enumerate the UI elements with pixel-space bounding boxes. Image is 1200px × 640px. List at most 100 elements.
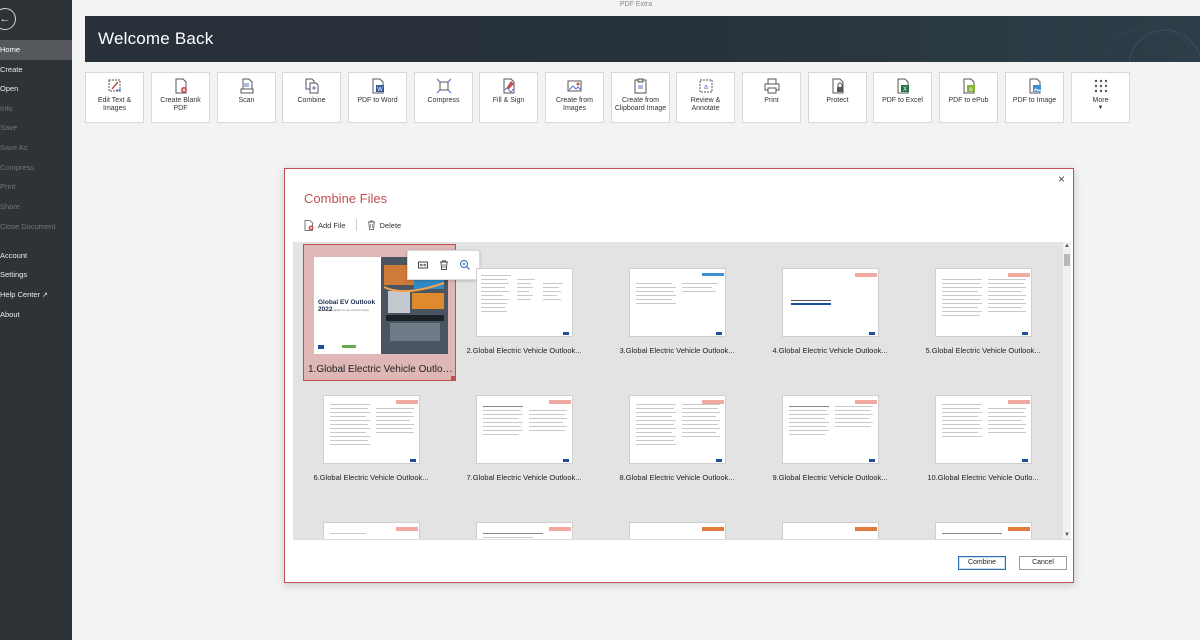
create-pdf-icon [175, 78, 187, 94]
back-button[interactable]: ← [0, 8, 16, 30]
sidebar-item-compress: Compress [0, 158, 72, 178]
sidebar-item-print: Print [0, 177, 72, 197]
file-label: 8.Global Electric Vehicle Outlook... [619, 473, 735, 482]
cancel-button[interactable]: Cancel [1019, 556, 1067, 570]
tool-protect[interactable]: Protect [808, 72, 867, 123]
scrollbar-thumb[interactable] [1064, 254, 1070, 266]
sidebar-item-label: Help Center [0, 290, 41, 299]
tool-pdf-to-excel[interactable]: X PDF to Excel [873, 72, 932, 123]
tool-create-blank-pdf[interactable]: Create Blank PDF [151, 72, 210, 123]
add-file-icon [304, 219, 314, 231]
tool-label: Scan [238, 97, 255, 104]
welcome-banner: Welcome Back [85, 16, 1200, 62]
page-thumbnail [935, 268, 1032, 337]
tool-label: More [1092, 97, 1109, 104]
page-thumbnail [323, 522, 420, 539]
sidebar-item-label: Create [0, 65, 23, 74]
svg-text:W: W [377, 87, 383, 93]
combine-icon [305, 78, 318, 94]
tool-combine[interactable]: Combine [282, 72, 341, 123]
external-link-icon: ↗ [42, 292, 48, 299]
sidebar-item-help-center[interactable]: Help Center ↗ [0, 285, 72, 305]
clipboard-icon [634, 78, 646, 94]
tool-label: Create from Clipboard Image [614, 97, 667, 112]
compress-icon [436, 78, 451, 94]
tool-pdf-to-word[interactable]: W PDF to Word [348, 72, 407, 123]
tool-label: Edit Text & Images [97, 97, 132, 112]
add-file-button[interactable]: Add File [304, 219, 346, 231]
sidebar-item-account[interactable]: Account [0, 246, 72, 266]
welcome-title: Welcome Back [98, 29, 214, 48]
trash-icon[interactable] [438, 259, 450, 271]
sidebar-item-share: Share [0, 197, 72, 217]
tool-label: Compress [427, 97, 460, 104]
sidebar-item-label: Settings [0, 270, 28, 279]
sidebar-item-about[interactable]: About [0, 305, 72, 325]
file-item-toolbar [407, 250, 480, 280]
tool-label: Create from Images [556, 97, 593, 112]
sidebar-item-label: Print [0, 182, 16, 191]
tool-create-from-images[interactable]: Create from Images [545, 72, 604, 123]
tool-label: Fill & Sign [492, 97, 525, 104]
tool-label: Combine [297, 97, 326, 104]
resize-handle[interactable] [451, 376, 456, 381]
tool-fill-sign[interactable]: Fill & Sign [479, 72, 538, 123]
dialog-actions: Add File Delete [304, 219, 401, 231]
page-thumbnail [935, 522, 1032, 539]
delete-button[interactable]: Delete [367, 220, 402, 230]
tool-scan[interactable]: Scan [217, 72, 276, 123]
pdf-to-epub-icon: e [963, 78, 975, 94]
zoom-in-icon[interactable] [459, 259, 471, 271]
tools-bar: Edit Text & Images Create Blank PDF Scan… [85, 72, 1200, 124]
file-label: 7.Global Electric Vehicle Outlook... [466, 473, 582, 482]
page-thumbnail [782, 395, 879, 464]
files-scrollbar[interactable]: ▲ ▼ [1063, 242, 1071, 539]
protect-icon [832, 78, 843, 94]
tool-label: Create Blank PDF [160, 97, 201, 112]
page-thumbnail [629, 522, 726, 539]
files-grid: Global EV Outlook 2022 Securing supplies… [293, 242, 1063, 539]
page-thumbnail [782, 522, 879, 539]
scroll-down-icon[interactable]: ▼ [1063, 532, 1071, 538]
file-label: 1.Global Electric Vehicle Outlook... [308, 364, 453, 375]
sidebar-item-save-as: Save As [0, 138, 72, 158]
rotate-icon[interactable] [417, 259, 429, 271]
sidebar-item-close-document: Close Document [0, 217, 72, 237]
file-label: 5.Global Electric Vehicle Outlook... [925, 346, 1041, 355]
dialog-footer-divider [293, 539, 1071, 540]
tool-more[interactable]: More ▼ [1071, 72, 1130, 123]
close-icon[interactable]: × [1058, 172, 1065, 186]
page-thumbnail [476, 395, 573, 464]
sidebar-item-label: Close Document [0, 222, 56, 231]
tool-print[interactable]: Print [742, 72, 801, 123]
scan-icon [240, 78, 253, 94]
sidebar-item-create[interactable]: Create [0, 60, 72, 80]
sidebar-item-settings[interactable]: Settings [0, 265, 72, 285]
sidebar-item-home[interactable]: Home [0, 40, 72, 60]
sidebar-item-open[interactable]: Open [0, 79, 72, 99]
file-label: 3.Global Electric Vehicle Outlook... [619, 346, 735, 355]
sidebar-item-label: Account [0, 251, 28, 260]
page-thumbnail [323, 395, 420, 464]
combine-files-dialog: × Combine Files Add File Delete Global E… [284, 168, 1074, 583]
tool-label: Print [764, 97, 779, 104]
tool-create-from-clipboard[interactable]: Create from Clipboard Image [611, 72, 670, 123]
delete-label: Delete [379, 220, 402, 230]
tool-compress[interactable]: Compress [414, 72, 473, 123]
page-thumbnail [782, 268, 879, 337]
tool-edit-text-images[interactable]: Edit Text & Images [85, 72, 144, 123]
tool-review-annotate[interactable]: a Review & Annotate [676, 72, 735, 123]
tool-label: Review & Annotate [690, 97, 721, 112]
tool-pdf-to-epub[interactable]: e PDF to ePub [939, 72, 998, 123]
combine-button[interactable]: Combine [958, 556, 1006, 570]
page-thumbnail [476, 268, 573, 337]
scroll-up-icon[interactable]: ▲ [1063, 243, 1071, 249]
fill-sign-icon [503, 78, 514, 94]
tool-pdf-to-image[interactable]: PDF to Image [1005, 72, 1064, 123]
app-title: PDF Extra [619, 1, 653, 8]
pdf-to-image-icon [1029, 78, 1041, 94]
pdf-to-word-icon: W [372, 78, 384, 94]
sidebar-item-label: Compress [0, 163, 35, 172]
sidebar-item-label: About [0, 310, 20, 319]
annotate-icon: a [699, 79, 712, 93]
